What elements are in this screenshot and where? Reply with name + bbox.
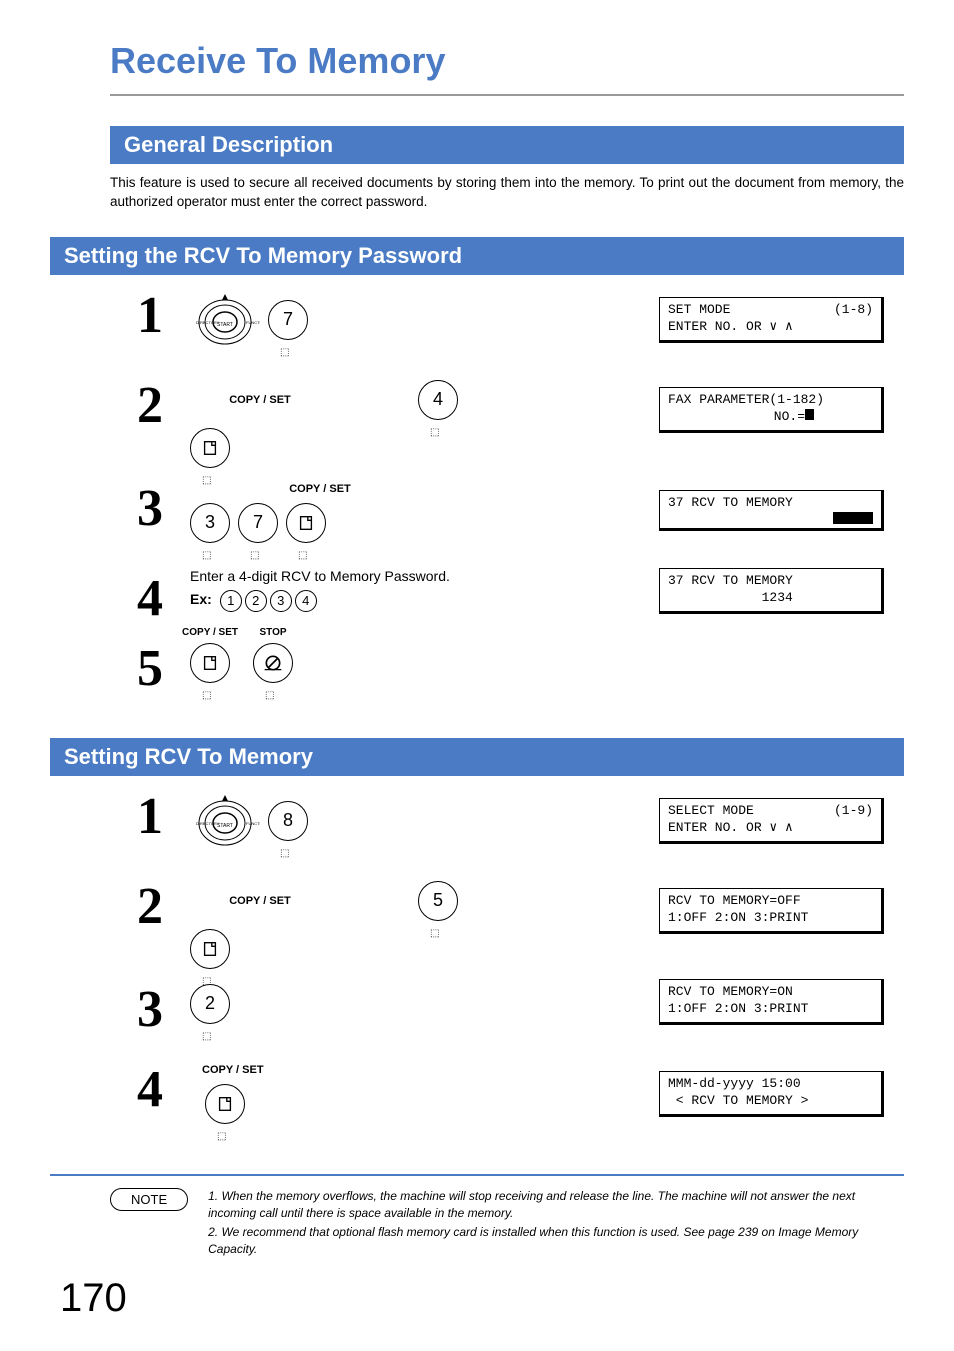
step-number: 3 <box>110 984 190 1036</box>
press-indicator-icon: ⬚ <box>265 690 274 701</box>
lcd-text: (1-9) <box>834 803 873 820</box>
section-heading-setting: Setting RCV To Memory <box>50 738 904 776</box>
lcd-display: MMM-dd-yyyy 15:00 < RCV TO MEMORY > <box>659 1071 884 1117</box>
press-indicator-icon: ⬚ <box>280 347 289 358</box>
lcd-display: FAX PARAMETER(1-182) NO.= <box>659 387 884 433</box>
title-underline <box>110 94 904 96</box>
press-indicator-icon: ⬚ <box>430 427 439 438</box>
press-indicator-icon: ⬚ <box>202 550 211 561</box>
key-5: 5 <box>418 881 458 921</box>
press-indicator-icon: ⬚ <box>202 1031 211 1042</box>
copy-set-key <box>205 1084 245 1124</box>
password-mask <box>833 512 873 524</box>
note-item-1: 1. When the memory overflows, the machin… <box>208 1188 904 1222</box>
step-number: 4 <box>110 573 190 625</box>
svg-text:FUNCTION: FUNCTION <box>246 821 260 826</box>
section-heading-password: Setting the RCV To Memory Password <box>50 237 904 275</box>
note-section: NOTE 1. When the memory overflows, the m… <box>50 1174 904 1261</box>
press-indicator-icon: ⬚ <box>298 550 307 561</box>
copy-set-label: COPY / SET <box>110 394 410 406</box>
lcd-text: RCV TO MEMORY=OFF <box>668 893 801 910</box>
svg-text:START: START <box>217 322 233 328</box>
lcd-text: RCV TO MEMORY=ON <box>668 984 793 1001</box>
password-step-1: 1 STARTDIRECTORY FUNCTION 7 ⬚ SET MODE (1-… <box>50 285 904 365</box>
copy-set-label: COPY / SET <box>202 1064 490 1076</box>
password-step-4: 4 Enter a 4-digit RCV to Memory Password… <box>50 568 904 628</box>
setting-step-3: 3 2 ⬚ RCV TO MEMORY=ON 1:OFF 2:ON 3:PRIN… <box>50 979 904 1049</box>
svg-text:START: START <box>217 823 233 829</box>
lcd-text: SELECT MODE <box>668 803 754 820</box>
key-7: 7 <box>238 503 278 543</box>
page-title: Receive To Memory <box>110 40 904 82</box>
press-indicator-icon: ⬚ <box>250 550 259 561</box>
lcd-text: 1:OFF 2:ON 3:PRINT <box>668 910 808 927</box>
lcd-text: ENTER NO. OR ∨ ∧ <box>668 820 793 837</box>
key-3: 3 <box>190 503 230 543</box>
lcd-display: SET MODE (1-8) ENTER NO. OR ∨ ∧ <box>659 297 884 343</box>
step-number: 1 <box>110 791 190 843</box>
cursor-block <box>805 409 814 420</box>
lcd-text: < RCV TO MEMORY > <box>668 1093 808 1110</box>
press-indicator-icon: ⬚ <box>202 690 211 701</box>
lcd-text: MMM-dd-yyyy 15:00 <box>668 1076 801 1093</box>
lcd-display: RCV TO MEMORY=OFF 1:OFF 2:ON 3:PRINT <box>659 888 884 934</box>
key-2: 2 <box>190 984 230 1024</box>
svg-text:DIRECTORY: DIRECTORY <box>196 821 220 826</box>
copy-set-key <box>190 929 230 969</box>
copy-set-label: COPY / SET <box>170 483 470 495</box>
lcd-text: (1-8) <box>834 302 873 319</box>
lcd-text: 1:OFF 2:ON 3:PRINT <box>668 1001 808 1018</box>
stop-key <box>253 643 293 683</box>
lcd-text: 37 RCV TO MEMORY <box>668 495 793 512</box>
general-description-text: This feature is used to secure all recei… <box>110 174 904 212</box>
example-label: Ex: <box>190 591 212 607</box>
lcd-text: ENTER NO. OR ∨ ∧ <box>668 319 793 336</box>
copy-set-label: COPY / SET <box>110 895 410 907</box>
lcd-text: SET MODE <box>668 302 730 319</box>
setting-step-2: 2 COPY / SET 5 ⬚ ⬚ RCV TO MEMORY=OFF 1:O… <box>50 876 904 969</box>
press-indicator-icon: ⬚ <box>217 1131 226 1142</box>
ex-key-4: 4 <box>295 590 317 612</box>
key-4: 4 <box>418 380 458 420</box>
page-number: 170 <box>60 1276 127 1321</box>
function-dial-icon: STARTDIRECTORY FUNCTION <box>190 290 260 350</box>
copy-set-key <box>190 643 230 683</box>
lcd-display: 37 RCV TO MEMORY 1234 <box>659 568 884 614</box>
lcd-text: FAX PARAMETER(1-182) <box>668 392 824 409</box>
setting-step-4: 4 COPY / SET ⬚ MMM-dd-yyyy 15:00 < RCV T… <box>50 1059 904 1139</box>
lcd-display: 37 RCV TO MEMORY <box>659 490 884 531</box>
copy-set-key <box>286 503 326 543</box>
press-indicator-icon: ⬚ <box>280 848 289 859</box>
step-number: 4 <box>110 1064 190 1116</box>
lcd-text: 37 RCV TO MEMORY <box>668 573 793 590</box>
copy-set-label: COPY / SET <box>182 627 238 638</box>
ex-key-1: 1 <box>220 590 242 612</box>
note-badge: NOTE <box>110 1188 188 1211</box>
lcd-text: 1234 <box>668 590 793 607</box>
setting-step-1: 1 STARTDIRECTORY FUNCTION 8 ⬚ SELECT MODE… <box>50 786 904 866</box>
step-number: 1 <box>110 290 190 342</box>
key-8: 8 <box>268 801 308 841</box>
svg-text:FUNCTION: FUNCTION <box>246 320 260 325</box>
function-dial-icon: STARTDIRECTORY FUNCTION <box>190 791 260 851</box>
lcd-text: NO.= <box>727 409 805 426</box>
lcd-display: RCV TO MEMORY=ON 1:OFF 2:ON 3:PRINT <box>659 979 884 1025</box>
copy-set-key <box>190 428 230 468</box>
password-step-2: 2 COPY / SET 4 ⬚ ⬚ FAX PARAMETER(1-182) … <box>50 375 904 468</box>
step-number: 2 <box>110 881 190 933</box>
key-7: 7 <box>268 300 308 340</box>
note-item-2: 2. We recommend that optional flash memo… <box>208 1224 904 1258</box>
stop-label: STOP <box>259 627 286 638</box>
password-step-3: 3 COPY / SET 3 ⬚ 7 ⬚ ⬚ 37 RCV TO MEMORY <box>50 478 904 558</box>
ex-key-3: 3 <box>270 590 292 612</box>
ex-key-2: 2 <box>245 590 267 612</box>
press-indicator-icon: ⬚ <box>430 928 439 939</box>
section-heading-general: General Description <box>110 126 904 164</box>
svg-text:DIRECTORY: DIRECTORY <box>196 320 220 325</box>
lcd-display: SELECT MODE (1-9) ENTER NO. OR ∨ ∧ <box>659 798 884 844</box>
step-number: 5 <box>110 643 190 695</box>
step-number: 2 <box>110 380 190 432</box>
password-step-5: 5 COPY / SET ⬚ STOP ⬚ <box>50 638 904 718</box>
